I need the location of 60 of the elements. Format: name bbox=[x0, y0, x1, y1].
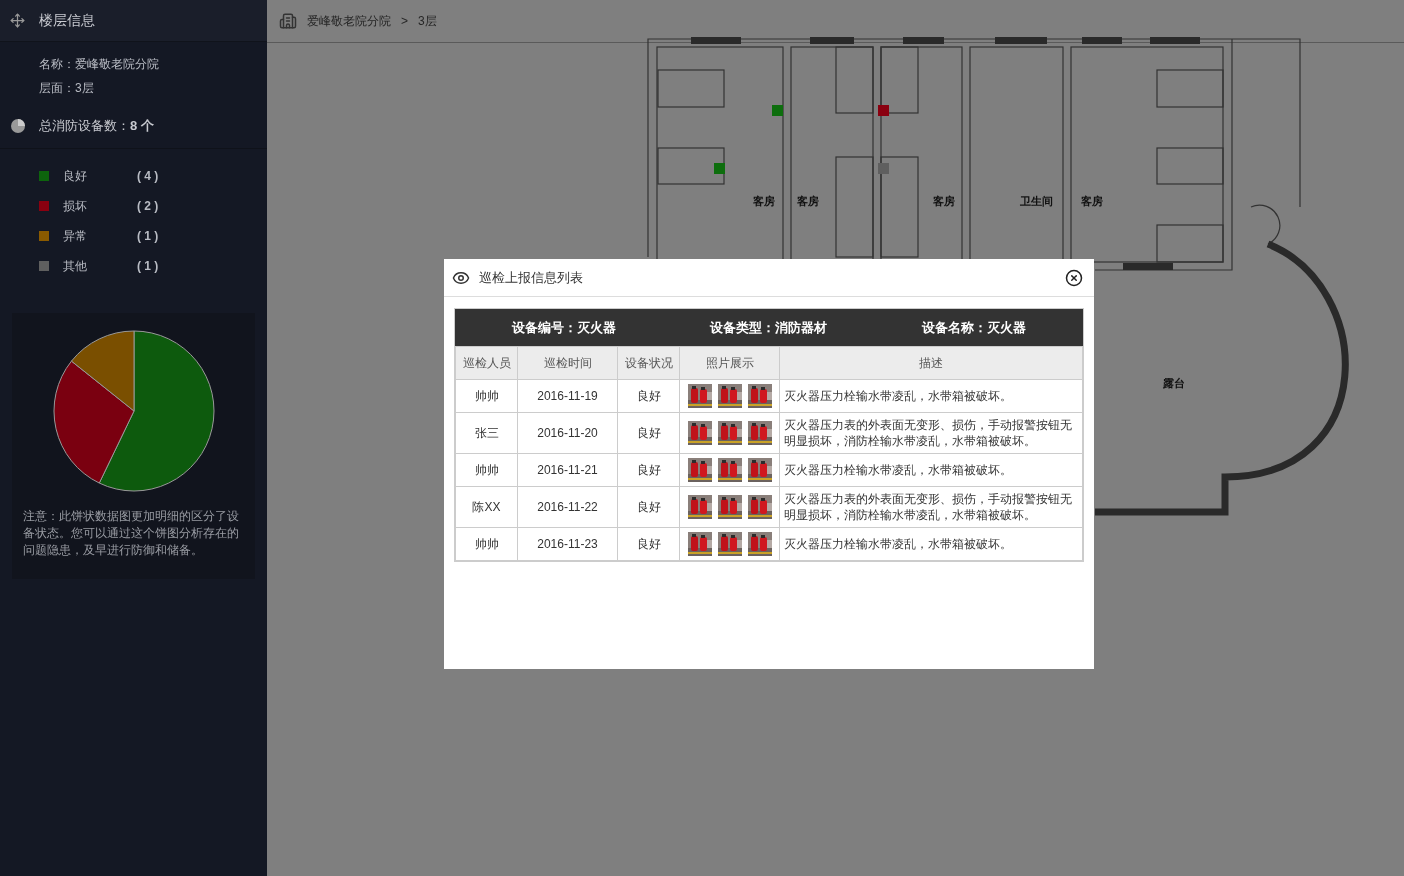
summary-text: 设备名称：灭火器 bbox=[921, 318, 1026, 337]
device-marker[interactable] bbox=[772, 105, 783, 116]
summary-text: 设备类型：消防器材 bbox=[710, 318, 828, 337]
table-cell: 良好 bbox=[617, 453, 680, 487]
table-cell: 帅帅 bbox=[455, 379, 518, 413]
column-header: 设备状况 bbox=[617, 346, 680, 380]
column-header: 巡检人员 bbox=[455, 346, 518, 380]
table-cell: 陈XX bbox=[455, 486, 518, 528]
table-cell: 帅帅 bbox=[455, 453, 518, 487]
move-icon bbox=[10, 13, 25, 28]
column-header: 巡检时间 bbox=[517, 346, 618, 380]
table-cell: 2016-11-19 bbox=[517, 379, 618, 413]
legend-label: 异常 bbox=[63, 227, 88, 245]
table-cell: 2016-11-22 bbox=[517, 486, 618, 528]
info-text: 名称：爱峰敬老院分院 bbox=[39, 56, 160, 72]
table-cell: 灭火器压力表的外表面无变形、损伤，手动报警按钮无明显损坏，消防栓输水带凌乱，水带箱被破坏。 bbox=[779, 412, 1083, 454]
total-count: 8 个 bbox=[130, 117, 154, 135]
building-icon bbox=[279, 12, 297, 30]
room-label: 客房 bbox=[1081, 195, 1103, 207]
room-label: 客房 bbox=[933, 195, 955, 207]
device-marker[interactable] bbox=[878, 163, 889, 174]
table-cell: 良好 bbox=[617, 379, 680, 413]
total-label: 总消防设备数： bbox=[39, 117, 130, 135]
chart-note: 注意：此饼状数据图更加明细的区分了设备状态。您可以通过这个饼图分析存在的问题隐患，及早进行防御和储备。 bbox=[22, 508, 240, 558]
room-label: 卫生间 bbox=[1019, 195, 1053, 207]
legend-label: 损坏 bbox=[63, 197, 88, 215]
table-cell: 帅帅 bbox=[455, 527, 518, 561]
legend-label: 其他 bbox=[63, 257, 88, 275]
table-cell: 灭火器压力栓输水带凌乱，水带箱被破坏。 bbox=[779, 527, 1083, 561]
device-marker[interactable] bbox=[714, 163, 725, 174]
info-text: 层面：3层 bbox=[39, 80, 95, 96]
sidebar-title: 楼层信息 bbox=[39, 11, 95, 30]
table-cell: 2016-11-23 bbox=[517, 527, 618, 561]
table-cell: 灭火器压力栓输水带凌乱，水带箱被破坏。 bbox=[779, 379, 1083, 413]
legend-count: ( 1 ) bbox=[137, 227, 159, 245]
legend-count: ( 1 ) bbox=[137, 257, 159, 275]
table-cell: 灭火器压力栓输水带凌乱，水带箱被破坏。 bbox=[779, 453, 1083, 487]
device-marker[interactable] bbox=[878, 105, 889, 116]
legend-count: ( 2 ) bbox=[137, 197, 159, 215]
column-header: 照片展示 bbox=[679, 346, 780, 380]
room-label: 客房 bbox=[797, 195, 819, 207]
table-cell: 良好 bbox=[617, 412, 680, 454]
breadcrumb-separator: > bbox=[401, 13, 408, 30]
table-cell: 2016-11-20 bbox=[517, 412, 618, 454]
close-icon[interactable] bbox=[1065, 268, 1083, 287]
legend-label: 良好 bbox=[63, 167, 88, 185]
summary-text: 设备编号：灭火器 bbox=[512, 318, 617, 337]
table-cell: 2016-11-21 bbox=[517, 453, 618, 487]
table-cell: 灭火器压力表的外表面无变形、损伤，手动报警按钮无明显损坏，消防栓输水带凌乱，水带箱被破坏。 bbox=[779, 486, 1083, 528]
legend-count: ( 4 ) bbox=[137, 167, 159, 185]
room-label: 露台 bbox=[1163, 377, 1185, 389]
table-cell: 张三 bbox=[455, 412, 518, 454]
column-header: 描述 bbox=[779, 346, 1083, 380]
room-label: 客房 bbox=[753, 195, 775, 207]
modal-title: 巡检上报信息列表 bbox=[479, 268, 583, 287]
pie-chart-icon bbox=[10, 117, 26, 134]
breadcrumb-link[interactable]: 爱峰敬老院分院 bbox=[307, 12, 391, 30]
table-cell: 良好 bbox=[617, 527, 680, 561]
breadcrumb-link[interactable]: 3层 bbox=[418, 12, 437, 30]
table-cell: 良好 bbox=[617, 486, 680, 528]
